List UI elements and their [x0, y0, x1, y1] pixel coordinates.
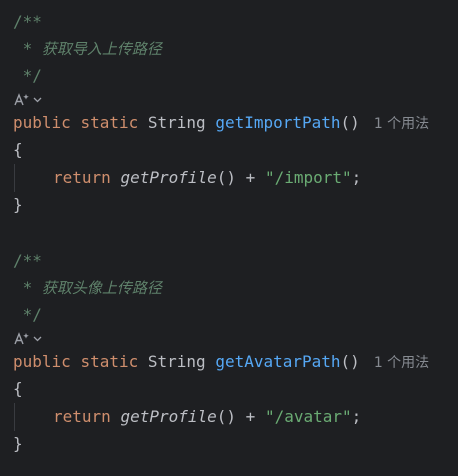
plus-operator: + — [236, 168, 265, 187]
comment-star: * — [13, 39, 42, 58]
keyword-static: static — [80, 352, 139, 371]
keyword-public: public — [13, 113, 71, 132]
string-literal: "/avatar" — [264, 407, 352, 426]
chevron-down-icon — [33, 97, 42, 103]
keyword-static: static — [80, 113, 139, 132]
doc-comment-line: * 获取导入上传路径 — [13, 37, 162, 61]
method-signature: public static String getAvatarPath() 1 个用… — [13, 350, 429, 374]
return-type: String — [147, 113, 206, 132]
keyword-return: return — [53, 168, 111, 187]
call-parens: () — [216, 407, 237, 426]
ai-assistant-inlay[interactable] — [13, 331, 43, 347]
open-brace: { — [13, 140, 23, 159]
ai-assistant-inlay[interactable] — [13, 92, 43, 108]
indent-guide — [14, 164, 15, 192]
doc-comment-line: * 获取头像上传路径 — [13, 276, 162, 300]
doc-comment-open: /** — [13, 251, 42, 270]
close-brace: } — [13, 195, 23, 214]
doc-comment-close: */ — [13, 305, 42, 324]
ai-assistant-icon — [14, 93, 29, 106]
method-name[interactable]: getAvatarPath — [215, 352, 340, 371]
return-type: String — [147, 352, 206, 371]
chevron-down-icon — [33, 336, 42, 342]
method-name[interactable]: getImportPath — [215, 113, 340, 132]
comment-text: 获取头像上传路径 — [41, 279, 162, 297]
string-literal: "/import" — [264, 168, 352, 187]
method-parens: () — [340, 113, 360, 132]
semicolon: ; — [351, 407, 362, 426]
ai-assistant-icon — [14, 332, 29, 345]
call-parens: () — [216, 168, 237, 187]
return-statement: return getProfile() + "/import"; — [53, 166, 361, 190]
keyword-return: return — [53, 407, 111, 426]
method-call[interactable]: getProfile — [120, 407, 216, 426]
method-signature: public static String getImportPath() 1 个用… — [13, 111, 429, 135]
usage-hint[interactable]: 1 个用法 — [374, 116, 429, 132]
comment-star: * — [13, 278, 42, 297]
indent-guide — [14, 403, 15, 431]
method-parens: () — [340, 352, 360, 371]
keyword-public: public — [13, 352, 71, 371]
close-brace: } — [13, 434, 23, 453]
return-statement: return getProfile() + "/avatar"; — [53, 405, 361, 429]
plus-operator: + — [236, 407, 265, 426]
open-brace: { — [13, 379, 23, 398]
usage-hint[interactable]: 1 个用法 — [374, 355, 429, 371]
method-call[interactable]: getProfile — [120, 168, 216, 187]
doc-comment-open: /** — [13, 12, 42, 31]
semicolon: ; — [351, 168, 362, 187]
comment-text: 获取导入上传路径 — [41, 40, 162, 58]
doc-comment-close: */ — [13, 66, 42, 85]
